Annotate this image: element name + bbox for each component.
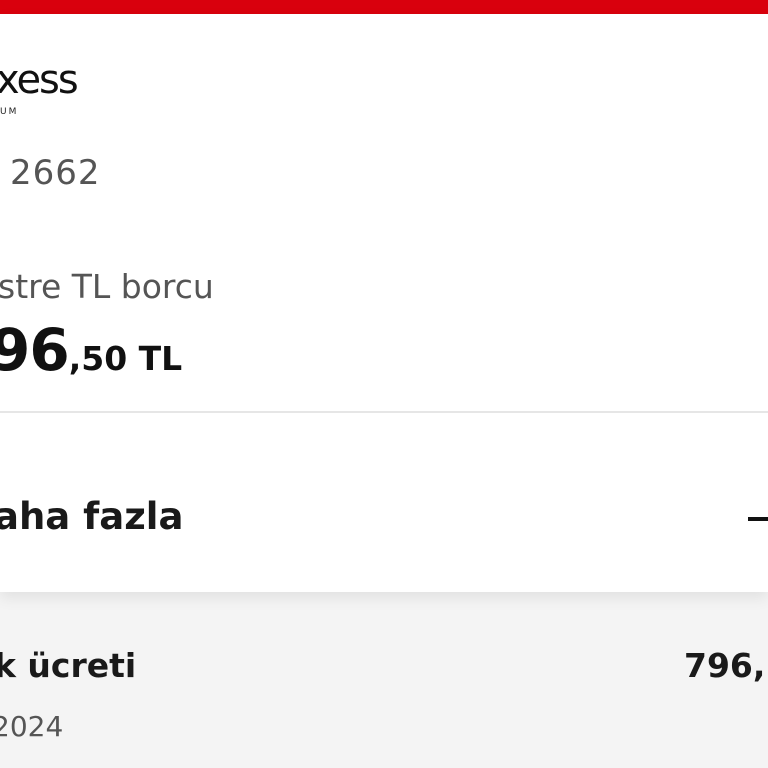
statement-debt-label: stre TL borcu (0, 267, 214, 306)
brand-logo: xess (0, 57, 79, 103)
brand-top-bar (0, 0, 768, 14)
transaction-row[interactable]: k ücreti 796, 2024 (0, 600, 768, 768)
transaction-amount: 796, (684, 646, 766, 685)
credit-card-summary: xess UM 2662 stre TL borcu 96,50 TL aha … (0, 14, 768, 592)
debt-amount-integer: 96 (0, 316, 70, 384)
show-more-label: aha fazla (0, 495, 184, 538)
brand-subtitle: UM (0, 107, 19, 117)
statement-debt-amount: 96,50 TL (0, 316, 182, 384)
card-number: 2662 (10, 153, 101, 193)
transaction-title: k ücreti (0, 646, 137, 685)
show-more-toggle[interactable]: aha fazla (0, 413, 768, 592)
transaction-date: 2024 (0, 710, 64, 743)
minus-icon[interactable] (748, 517, 768, 521)
debt-amount-decimal: ,50 TL (68, 339, 183, 378)
